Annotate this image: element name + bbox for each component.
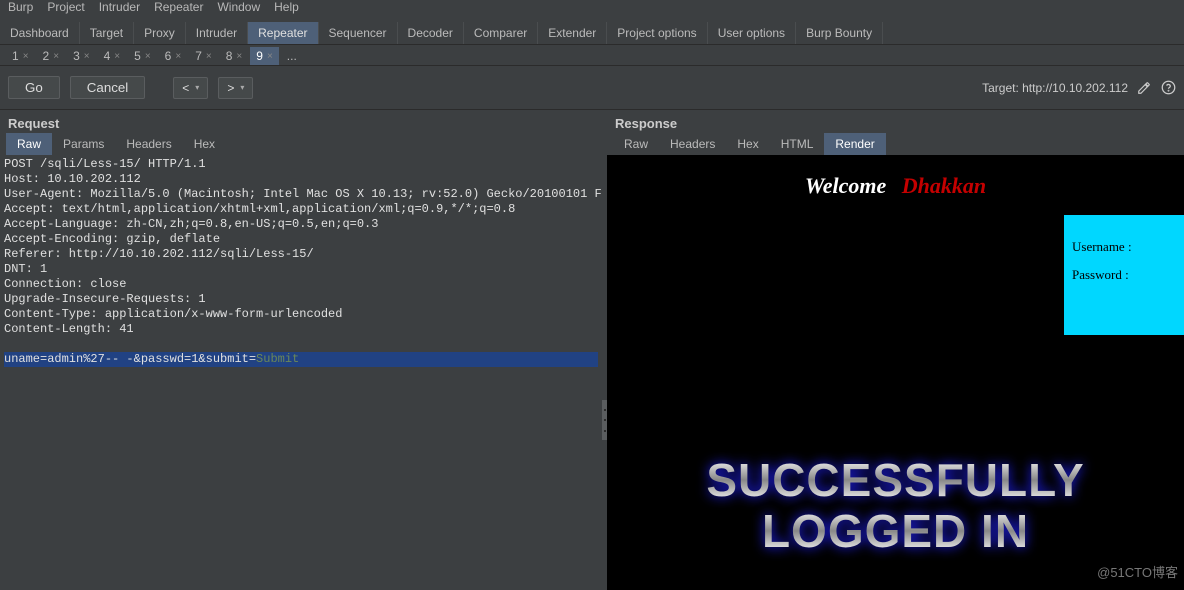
tab-num-9[interactable]: 9× bbox=[250, 47, 279, 65]
request-tab-headers[interactable]: Headers bbox=[115, 133, 182, 155]
tab-repeater[interactable]: Repeater bbox=[248, 22, 318, 44]
tab-decoder[interactable]: Decoder bbox=[398, 22, 464, 44]
menu-project[interactable]: Project bbox=[47, 0, 84, 14]
chevron-down-icon: ▾ bbox=[240, 83, 244, 92]
num-tabs: 1×2×3×4×5×6×7×8×9×... bbox=[0, 45, 1184, 66]
tab-num-4[interactable]: 4× bbox=[98, 47, 127, 65]
menu-burp[interactable]: Burp bbox=[8, 0, 33, 14]
request-raw[interactable]: POST /sqli/Less-15/ HTTP/1.1 Host: 10.10… bbox=[0, 155, 602, 590]
request-title: Request bbox=[0, 110, 602, 133]
menu-help[interactable]: Help bbox=[274, 0, 299, 14]
welcome-text: Welcome bbox=[805, 173, 886, 198]
welcome-name: Dhakkan bbox=[902, 173, 986, 198]
request-body-submit: Submit bbox=[256, 352, 299, 366]
login-box: Username : Password : bbox=[1064, 215, 1184, 335]
request-body-prefix: uname=admin%27-- -&passwd=1&submit= bbox=[4, 352, 256, 366]
request-tab-raw[interactable]: Raw bbox=[6, 133, 52, 155]
success-banner: SUCCESSFULLY SUCCESSFULLY LOGGED IN LOGG… bbox=[607, 455, 1184, 556]
response-tab-raw[interactable]: Raw bbox=[613, 133, 659, 155]
close-icon[interactable]: × bbox=[267, 51, 273, 62]
request-sub-tabs: RawParamsHeadersHex bbox=[0, 133, 602, 155]
tab-intruder[interactable]: Intruder bbox=[186, 22, 248, 44]
close-icon[interactable]: × bbox=[53, 51, 59, 62]
response-title: Response bbox=[607, 110, 1184, 133]
request-tab-hex[interactable]: Hex bbox=[183, 133, 226, 155]
response-sub-tabs: RawHeadersHexHTMLRender bbox=[607, 133, 1184, 155]
tab-sequencer[interactable]: Sequencer bbox=[319, 22, 398, 44]
close-icon[interactable]: × bbox=[114, 51, 120, 62]
chevron-down-icon: ▾ bbox=[195, 83, 199, 92]
tab-num-2[interactable]: 2× bbox=[37, 47, 66, 65]
tab-num-3[interactable]: 3× bbox=[67, 47, 96, 65]
main-tabs: DashboardTargetProxyIntruderRepeaterSequ… bbox=[0, 22, 1184, 45]
response-tab-hex[interactable]: Hex bbox=[726, 133, 769, 155]
go-button[interactable]: Go bbox=[8, 76, 60, 99]
tab-project-options[interactable]: Project options bbox=[607, 22, 707, 44]
close-icon[interactable]: × bbox=[145, 51, 151, 62]
toolbar: Go Cancel <▾ >▾ Target: http://10.10.202… bbox=[0, 66, 1184, 110]
watermark: @51CTO博客 bbox=[1097, 562, 1178, 581]
tab-burp-bounty[interactable]: Burp Bounty bbox=[796, 22, 883, 44]
username-label: Username : bbox=[1072, 239, 1176, 255]
target-label: Target: http://10.10.202.112 bbox=[982, 81, 1128, 95]
tab-num-8[interactable]: 8× bbox=[220, 47, 249, 65]
tab-num-6[interactable]: 6× bbox=[159, 47, 188, 65]
tab-num-5[interactable]: 5× bbox=[128, 47, 157, 65]
close-icon[interactable]: × bbox=[206, 51, 212, 62]
tab-num-7[interactable]: 7× bbox=[189, 47, 218, 65]
response-tab-headers[interactable]: Headers bbox=[659, 133, 726, 155]
response-tab-html[interactable]: HTML bbox=[770, 133, 825, 155]
request-headers: POST /sqli/Less-15/ HTTP/1.1 Host: 10.10… bbox=[4, 157, 602, 336]
tab-extender[interactable]: Extender bbox=[538, 22, 607, 44]
menu-repeater[interactable]: Repeater bbox=[154, 0, 203, 14]
welcome-banner: Welcome Dhakkan bbox=[607, 173, 1184, 199]
tab-comparer[interactable]: Comparer bbox=[464, 22, 538, 44]
password-label: Password : bbox=[1072, 267, 1176, 283]
response-tab-render[interactable]: Render bbox=[824, 133, 885, 155]
tab-num-1[interactable]: 1× bbox=[6, 47, 35, 65]
tab-user-options[interactable]: User options bbox=[708, 22, 796, 44]
tab-target[interactable]: Target bbox=[80, 22, 134, 44]
close-icon[interactable]: × bbox=[175, 51, 181, 62]
edit-target-icon[interactable] bbox=[1136, 80, 1152, 96]
close-icon[interactable]: × bbox=[84, 51, 90, 62]
menu-intruder[interactable]: Intruder bbox=[99, 0, 140, 14]
menubar: Burp Project Intruder Repeater Window Help bbox=[0, 0, 1184, 16]
tab-proxy[interactable]: Proxy bbox=[134, 22, 186, 44]
close-icon[interactable]: × bbox=[23, 51, 29, 62]
response-render: Welcome Dhakkan Username : Password : SU… bbox=[607, 155, 1184, 590]
menu-window[interactable]: Window bbox=[217, 0, 260, 14]
cancel-button[interactable]: Cancel bbox=[70, 76, 146, 99]
request-tab-params[interactable]: Params bbox=[52, 133, 115, 155]
tab-more[interactable]: ... bbox=[281, 47, 303, 65]
nav-fwd-button[interactable]: >▾ bbox=[218, 77, 253, 99]
close-icon[interactable]: × bbox=[236, 51, 242, 62]
tab-dashboard[interactable]: Dashboard bbox=[0, 22, 80, 44]
help-icon[interactable] bbox=[1160, 80, 1176, 96]
nav-back-button[interactable]: <▾ bbox=[173, 77, 208, 99]
